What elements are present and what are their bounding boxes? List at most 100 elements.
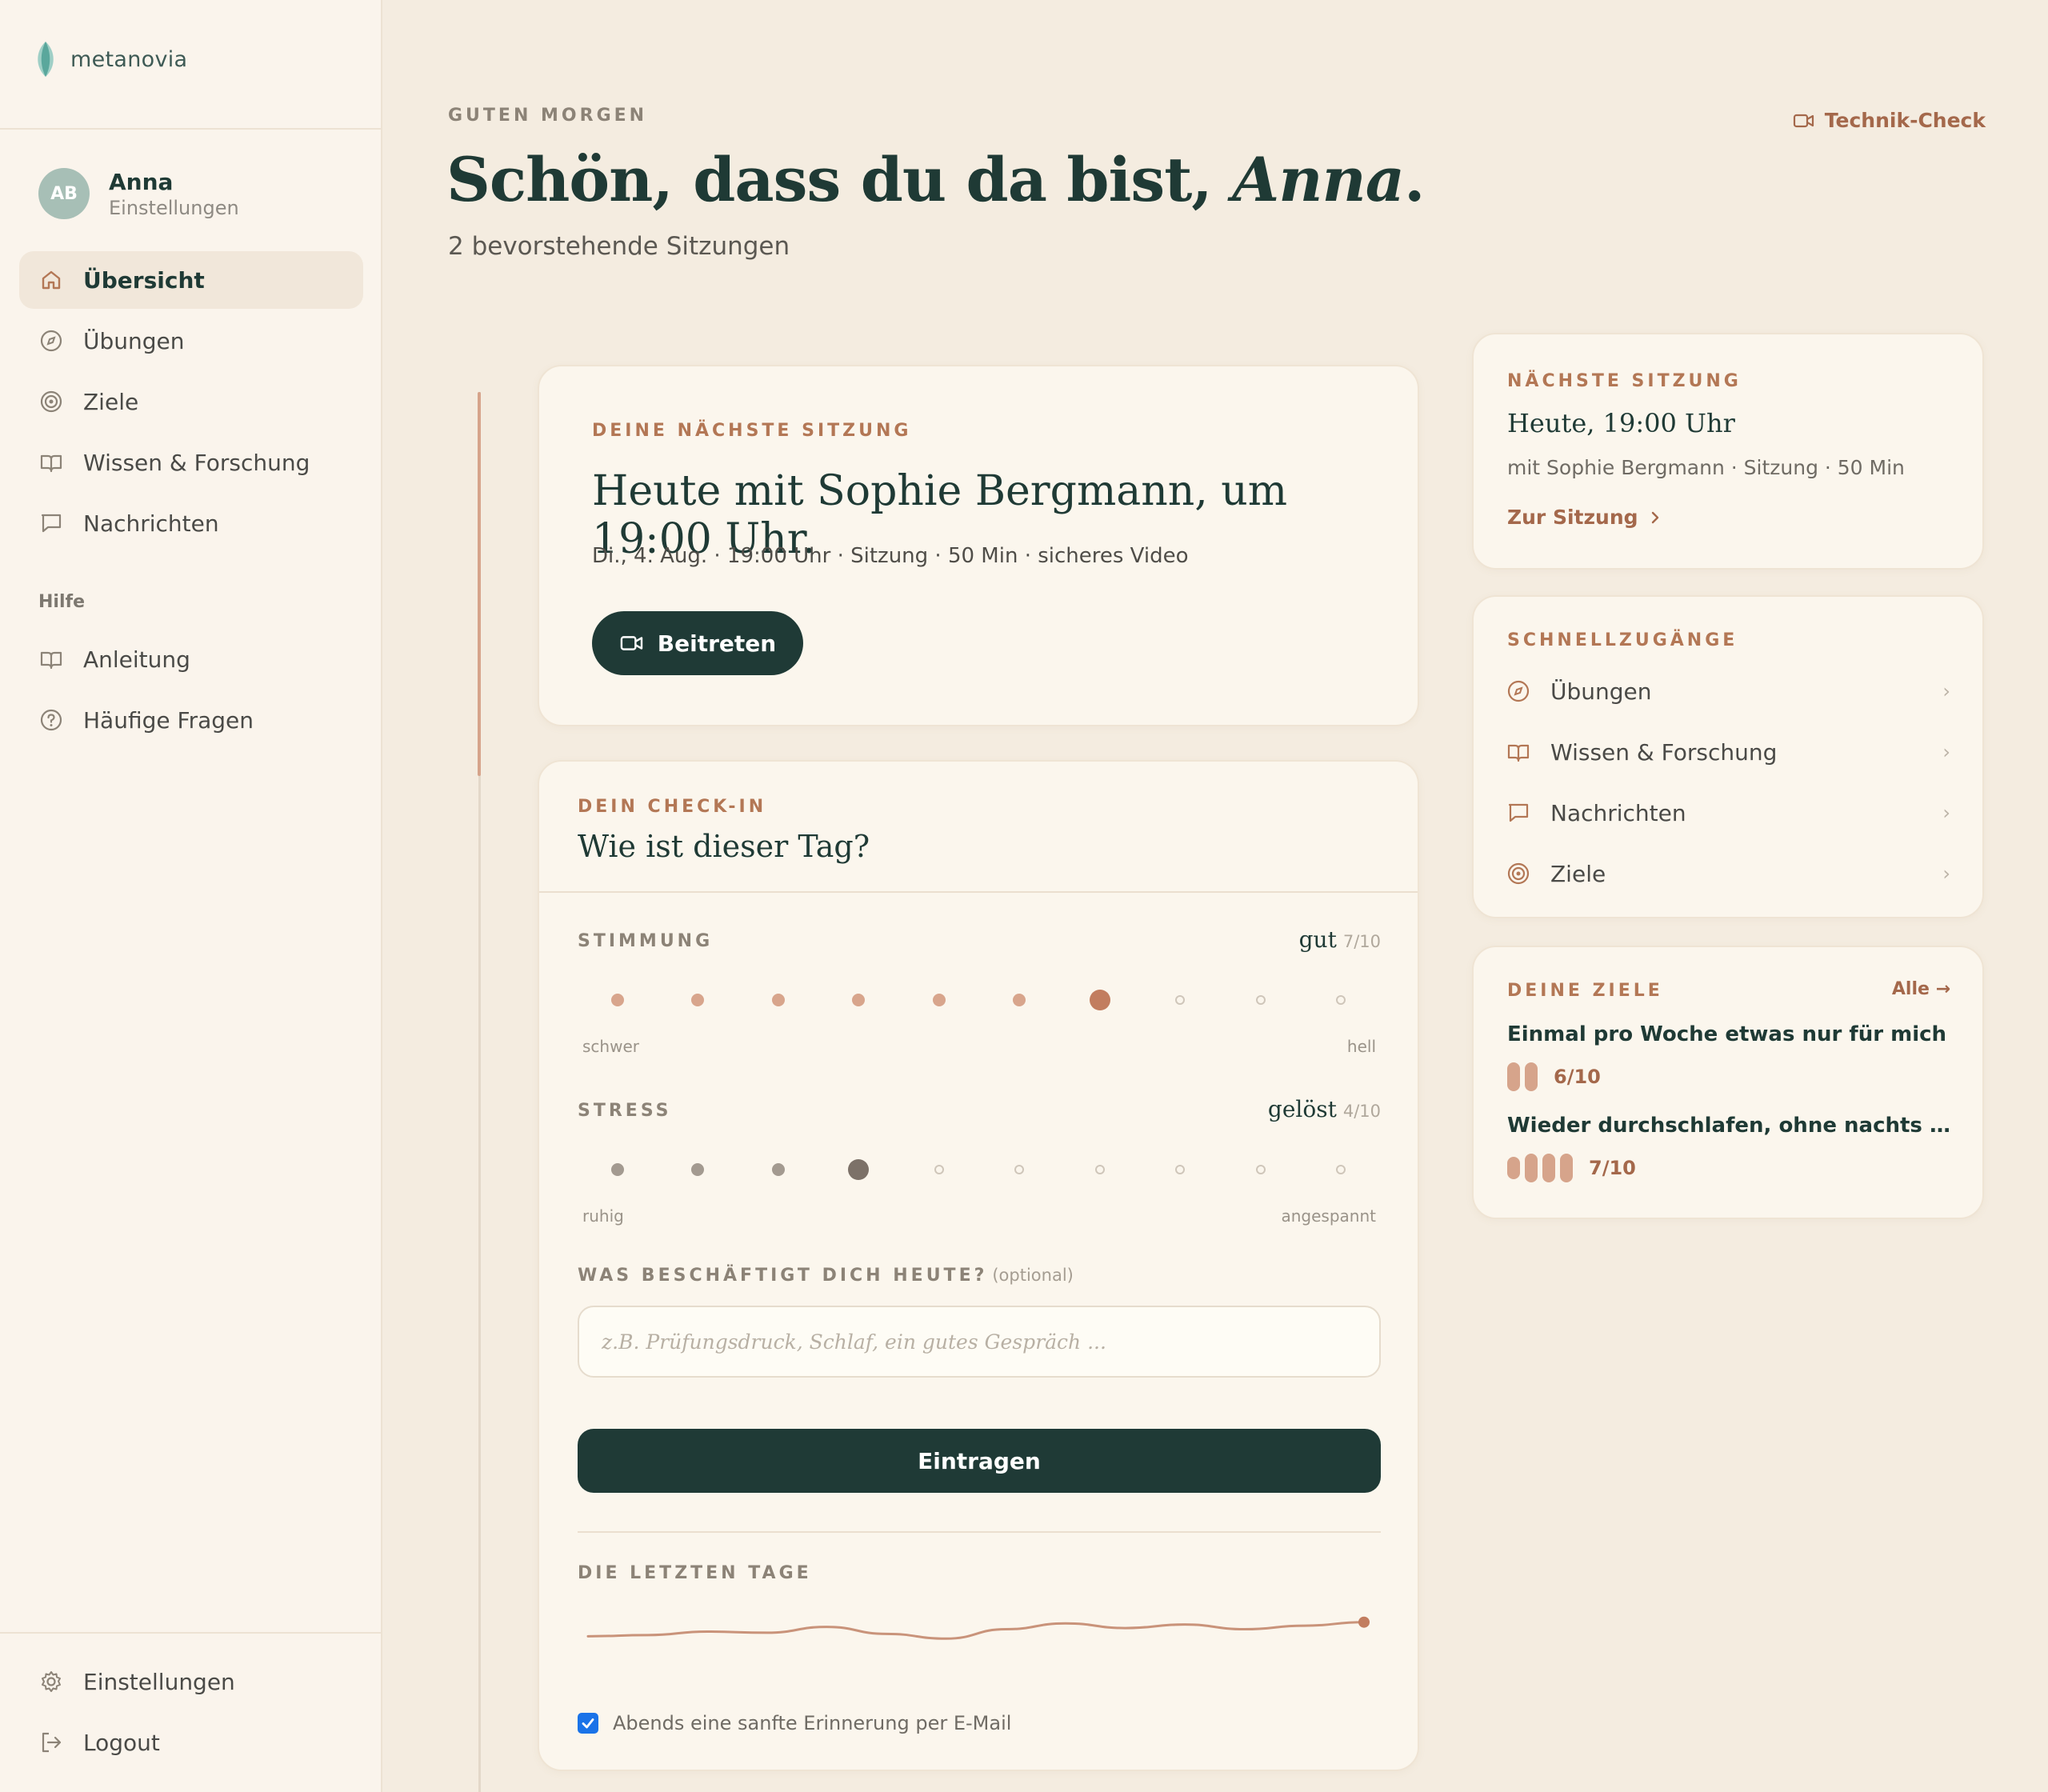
upcoming-sessions-count: 2 bevorstehende Sitzungen (448, 232, 790, 261)
mood-dot-8[interactable] (1175, 995, 1186, 1005)
stress-value: gelöst 4/10 (1268, 1096, 1381, 1122)
sidebar-item-goals[interactable]: Ziele (19, 373, 363, 430)
sidebar-item-faq[interactable]: Häufige Fragen (19, 691, 363, 749)
go-to-session-link[interactable]: Zur Sitzung (1507, 506, 1661, 529)
mood-dot-1[interactable] (611, 994, 624, 1006)
mood-dot-10[interactable] (1336, 995, 1346, 1005)
goal-score: 6/10 (1554, 1066, 1601, 1088)
chevron-right-icon: › (1942, 741, 1950, 763)
target-icon (1507, 862, 1530, 885)
quick-item-label: Wissen & Forschung (1550, 738, 1778, 766)
stress-dot-2[interactable] (691, 1163, 705, 1176)
sidebar-item-label: Anleitung (83, 646, 190, 673)
concern-input[interactable] (578, 1306, 1381, 1378)
quick-item-label: Übungen (1550, 678, 1652, 705)
mood-word: gut (1298, 926, 1337, 953)
book-icon (40, 454, 62, 473)
all-goals-link[interactable]: Alle → (1892, 979, 1950, 999)
session-eyebrow: DEINE NÄCHSTE SITZUNG (592, 421, 912, 441)
mood-low-label: schwer (582, 1037, 639, 1056)
checkin-inner-divider (578, 1531, 1381, 1533)
mood-dot-4[interactable] (852, 994, 866, 1006)
next-session-summary-card: NÄCHSTE SITZUNG Heute, 19:00 Uhr mit Sop… (1472, 333, 1984, 570)
book-icon (40, 651, 62, 670)
submit-checkin-button[interactable]: Eintragen (578, 1429, 1381, 1493)
profile-name: Anna (109, 168, 174, 195)
session-meta: Di., 4. Aug. · 19:00 Uhr · Sitzung · 50 … (592, 544, 1189, 568)
sidebar-item-guide[interactable]: Anleitung (19, 630, 363, 688)
mood-high-label: hell (1346, 1037, 1376, 1056)
chevron-right-icon (1651, 511, 1658, 523)
title-prefix: Schön, dass du da bist, (446, 144, 1233, 215)
goal-score: 7/10 (1589, 1157, 1636, 1179)
sidebar-item-logout[interactable]: Logout (19, 1714, 363, 1771)
stress-dot-8[interactable] (1175, 1165, 1186, 1174)
compass-icon (1507, 680, 1530, 702)
stress-score: 4/10 (1342, 1102, 1381, 1121)
goal-title[interactable]: Wieder durchschlafen, ohne nachts zu ... (1507, 1114, 1955, 1138)
reminder-checkbox[interactable] (578, 1713, 598, 1734)
check-icon (582, 1718, 594, 1729)
greeting-eyebrow: GUTEN MORGEN (448, 106, 648, 126)
book-icon (1507, 744, 1530, 762)
mood-dot-9[interactable] (1255, 995, 1266, 1005)
goal-title[interactable]: Einmal pro Woche etwas nur für mich (1507, 1022, 1955, 1046)
chevron-right-icon: › (1942, 680, 1950, 702)
goal-progress: 7/10 (1507, 1154, 1636, 1182)
quick-item-goals[interactable]: Ziele › (1506, 843, 1950, 904)
sidebar-item-label: Übungen (83, 327, 185, 354)
brand-logo[interactable]: metanovia (32, 40, 187, 78)
sidebar-item-label: Übersicht (83, 266, 205, 294)
profile[interactable]: AB Anna Einstellungen (38, 168, 239, 219)
recent-days-label: DIE LETZTEN TAGE (578, 1563, 812, 1583)
sidebar-item-messages[interactable]: Nachrichten (19, 494, 363, 552)
profile-settings-link[interactable]: Einstellungen (109, 197, 239, 219)
sidebar-item-overview[interactable]: Übersicht (19, 251, 363, 309)
goals-eyebrow: DEINE ZIELE (1507, 981, 1663, 1001)
stress-dot-7[interactable] (1094, 1165, 1105, 1174)
mood-dot-6[interactable] (1013, 994, 1026, 1006)
quick-item-knowledge[interactable]: Wissen & Forschung › (1506, 722, 1950, 782)
logout-icon (42, 1732, 62, 1753)
stress-dot-1[interactable] (611, 1163, 624, 1176)
video-camera-icon (1793, 114, 1814, 127)
sparkline-last-point (1358, 1616, 1370, 1628)
stress-dot-10[interactable] (1336, 1165, 1346, 1174)
tech-check-button[interactable]: Technik-Check (1793, 109, 1986, 132)
timeline-accent (478, 392, 481, 776)
stress-dot-5[interactable] (934, 1165, 944, 1174)
title-name: Anna (1232, 144, 1405, 215)
sidebar-item-exercises[interactable]: Übungen (19, 312, 363, 370)
goal-progress-pill (1507, 1062, 1520, 1091)
mood-dot-7[interactable] (1089, 990, 1110, 1010)
join-session-button[interactable]: Beitreten (592, 611, 803, 675)
mood-dot-5[interactable] (932, 994, 946, 1006)
quick-item-label: Nachrichten (1550, 799, 1686, 826)
stress-dot-9[interactable] (1255, 1165, 1266, 1174)
reminder-label: Abends eine sanfte Erinnerung per E-Mail (613, 1712, 1012, 1734)
next-time: Heute, 19:00 Uhr (1507, 408, 1735, 438)
concern-field-label: WAS BESCHÄFTIGT DICH HEUTE? (optional) (578, 1266, 1074, 1286)
reminder-option[interactable]: Abends eine sanfte Erinnerung per E-Mail (578, 1712, 1011, 1734)
stress-dot-6[interactable] (1014, 1165, 1025, 1174)
avatar: AB (38, 168, 90, 219)
main-nav: Übersicht Übungen Ziele Wissen & Forschu… (19, 251, 363, 555)
goals-card: DEINE ZIELE Alle → Einmal pro Woche etwa… (1472, 946, 1984, 1219)
quick-eyebrow: SCHNELLZUGÄNGE (1507, 630, 1738, 650)
sidebar-item-settings[interactable]: Einstellungen (19, 1653, 363, 1710)
stress-dot-4[interactable] (848, 1159, 870, 1180)
sidebar-item-knowledge[interactable]: Wissen & Forschung (19, 434, 363, 491)
title-suffix: . (1403, 144, 1425, 215)
help-nav: Anleitung Häufige Fragen (19, 630, 363, 752)
quick-item-messages[interactable]: Nachrichten › (1506, 782, 1950, 843)
mood-dot-2[interactable] (691, 994, 705, 1006)
quick-item-exercises[interactable]: Übungen › (1506, 661, 1950, 722)
goal-progress-pill (1560, 1154, 1573, 1182)
checkin-divider (539, 891, 1418, 893)
stress-dot-3[interactable] (771, 1163, 785, 1176)
mood-dot-3[interactable] (771, 994, 785, 1006)
sidebar-item-label: Ziele (83, 388, 139, 415)
brand-name: metanovia (70, 46, 188, 72)
help-section-title: Hilfe (38, 592, 85, 612)
sidebar-item-label: Wissen & Forschung (83, 449, 310, 476)
